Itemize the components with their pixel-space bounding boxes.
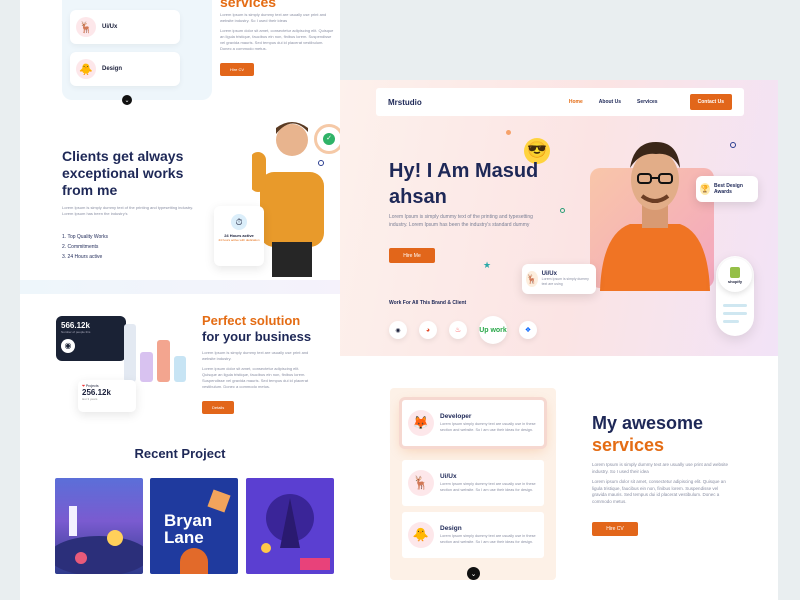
heading-orange: Perfect solution bbox=[202, 313, 301, 328]
developer-icon: 🦊 bbox=[408, 410, 434, 436]
right-page-preview: Mrstudio Home About Us Services Contact … bbox=[340, 80, 778, 600]
uiux-chip: 🦌 Ui/Ux Lorem Ipsum is simply dummy text… bbox=[522, 264, 596, 294]
contact-us-button[interactable]: Contact Us bbox=[689, 94, 732, 110]
services-paragraph: Lorem Ipsum is simply dummy text are usu… bbox=[220, 12, 327, 23]
services-paragraph: Lorem Ipsum is simply dummy text are usu… bbox=[592, 462, 729, 474]
nav-home[interactable]: Home bbox=[569, 99, 583, 105]
uiux-icon: 🦌 bbox=[526, 271, 538, 287]
chevron-down-icon[interactable]: ⌄ bbox=[122, 95, 132, 105]
clients-paragraph: Lorem Ipsum is simply dummy text of the … bbox=[62, 205, 194, 216]
shopify-badge: shopify bbox=[716, 256, 754, 336]
design-icon: 🐥 bbox=[76, 59, 96, 79]
service-title: Design bbox=[440, 525, 462, 532]
service-item-developer[interactable]: 🦊 Developer Lorem Ipsum simply dummy tex… bbox=[402, 400, 544, 446]
decor-ring bbox=[318, 160, 324, 166]
chip-desc: Lorem Ipsum is simply dummy text are usi… bbox=[541, 277, 589, 286]
perfect-paragraph-2: Lorem ipsum dolor sit amet, consectetur … bbox=[202, 366, 309, 389]
airbnb-logo-icon[interactable]: ♨ bbox=[449, 321, 467, 339]
list-item: 3. 24 Hours active bbox=[62, 254, 103, 260]
services-panel: 🦊 Developer Lorem Ipsum simply dummy tex… bbox=[390, 388, 556, 580]
heading-orange: services bbox=[592, 435, 665, 455]
hours-active-card: ⏱ 24 Hours active 24 hours active with d… bbox=[214, 206, 264, 266]
uiux-icon: 🦌 bbox=[76, 17, 96, 37]
hero-paragraph: Lorem Ipsum is simply dummy text of the … bbox=[389, 214, 533, 228]
clock-icon: ⏱ bbox=[231, 214, 247, 230]
brand-logos: ◉ ◕ ♨ Up work ❖ bbox=[389, 316, 537, 344]
service-desc: Lorem Ipsum simply dummy text are usuall… bbox=[440, 534, 536, 544]
decor-dot bbox=[506, 130, 511, 135]
brand-logo-1[interactable]: ◉ bbox=[389, 321, 407, 339]
project-thumbnail-1[interactable] bbox=[55, 478, 143, 574]
clients-heading: Clients get always exceptional works fro… bbox=[62, 148, 184, 198]
service-title: Developer bbox=[440, 413, 472, 420]
work-for-heading: Work For All This Brand & Client bbox=[389, 300, 467, 306]
service-title: Design bbox=[102, 66, 123, 72]
shopify-bag-icon bbox=[730, 266, 740, 278]
service-title: Ui/Ux bbox=[102, 24, 118, 30]
details-button[interactable]: Details bbox=[202, 401, 235, 414]
project-thumbnail-2[interactable]: Bryan Lane bbox=[150, 478, 238, 574]
hire-me-button[interactable]: Hire Me bbox=[389, 248, 435, 263]
thumb-shape bbox=[180, 548, 208, 574]
services-heading-partial: services bbox=[220, 0, 277, 10]
heading-dark: for your business bbox=[202, 329, 312, 344]
recent-project-heading: Recent Project bbox=[134, 446, 226, 461]
list-item: 2. Commitments bbox=[62, 244, 99, 250]
thumb-shape bbox=[207, 489, 231, 513]
services-heading: My awesome services bbox=[592, 412, 703, 456]
camera-icon: ◉ bbox=[61, 339, 75, 353]
projects-number: 256.12k bbox=[82, 388, 111, 397]
hero-title: Hy! I Am Masud ahsan bbox=[389, 160, 539, 208]
top-services-panel: 🦌 Ui/Ux 🐥 Design bbox=[62, 0, 212, 100]
brand-logo-2[interactable]: ◕ bbox=[419, 321, 437, 339]
services-paragraph-2: Lorem ipsum dolor sit amet, consectetur … bbox=[592, 479, 726, 504]
heading-dark: My awesome bbox=[592, 413, 704, 433]
decor-ring bbox=[730, 142, 736, 148]
shopify-label: shopify bbox=[727, 278, 743, 284]
best-design-award-card: 🏆 Best Design Awards bbox=[696, 176, 758, 202]
award-label: Best Design Awards bbox=[713, 183, 743, 195]
project-thumbnail-3[interactable] bbox=[246, 478, 334, 574]
upwork-logo-icon[interactable]: Up work bbox=[479, 316, 507, 344]
service-desc: Lorem Ipsum simply dummy text are usuall… bbox=[440, 422, 536, 432]
service-item-design[interactable]: 🐥 Design bbox=[70, 52, 180, 86]
perfect-solution-heading: Perfect solution for your business bbox=[202, 313, 340, 345]
service-item-uiux[interactable]: 🦌 Ui/Ux Lorem Ipsum simply dummy text ar… bbox=[402, 460, 544, 506]
service-item-design[interactable]: 🐥 Design Lorem Ipsum simply dummy text a… bbox=[402, 512, 544, 558]
nav-services[interactable]: Services bbox=[637, 99, 658, 105]
top-navbar: Mrstudio Home About Us Services Contact … bbox=[376, 88, 744, 116]
trophy-icon: 🏆 bbox=[700, 183, 710, 195]
hire-cv-button[interactable]: Hire CV bbox=[220, 63, 255, 76]
clients-list: 1. Top Quality Works 2. Commitments 3. 2… bbox=[62, 232, 108, 262]
decor-ring bbox=[560, 208, 565, 213]
nav-about[interactable]: About Us bbox=[599, 99, 621, 105]
section-divider bbox=[20, 280, 340, 294]
projects-sub: last 3 years bbox=[82, 397, 98, 401]
service-item-uiux[interactable]: 🦌 Ui/Ux bbox=[70, 10, 180, 44]
shield-icon: ✓ bbox=[323, 133, 335, 145]
brand-logo[interactable]: Mrstudio bbox=[388, 98, 422, 107]
hours-sub: 24 hours active with dedication bbox=[218, 238, 260, 242]
chevron-down-icon[interactable]: ⌄ bbox=[467, 567, 480, 580]
star-icon: ★ bbox=[483, 260, 492, 270]
projects-stat-card: ❤ Projects 256.12k last 3 years bbox=[78, 380, 136, 412]
left-page-preview: 🦌 Ui/Ux 🐥 Design ⌄ services Lorem Ipsum … bbox=[20, 0, 340, 600]
uiux-icon: 🦌 bbox=[408, 470, 434, 496]
design-icon: 🐥 bbox=[408, 522, 434, 548]
thumbnail-text: Bryan Lane bbox=[164, 511, 213, 547]
list-item: 1. Top Quality Works bbox=[62, 234, 108, 240]
perfect-paragraph: Lorem Ipsum is simply dummy text are usu… bbox=[202, 350, 309, 361]
service-title: Ui/Ux bbox=[440, 473, 457, 480]
hire-cv-button[interactable]: Hire CV bbox=[592, 522, 638, 536]
dropbox-logo-icon[interactable]: ❖ bbox=[519, 321, 537, 339]
hero-person-photo bbox=[600, 142, 710, 291]
services-paragraph-2: Lorem ipsum dolor sit amet, consectetur … bbox=[220, 28, 334, 51]
service-desc: Lorem Ipsum simply dummy text are usuall… bbox=[440, 482, 536, 492]
